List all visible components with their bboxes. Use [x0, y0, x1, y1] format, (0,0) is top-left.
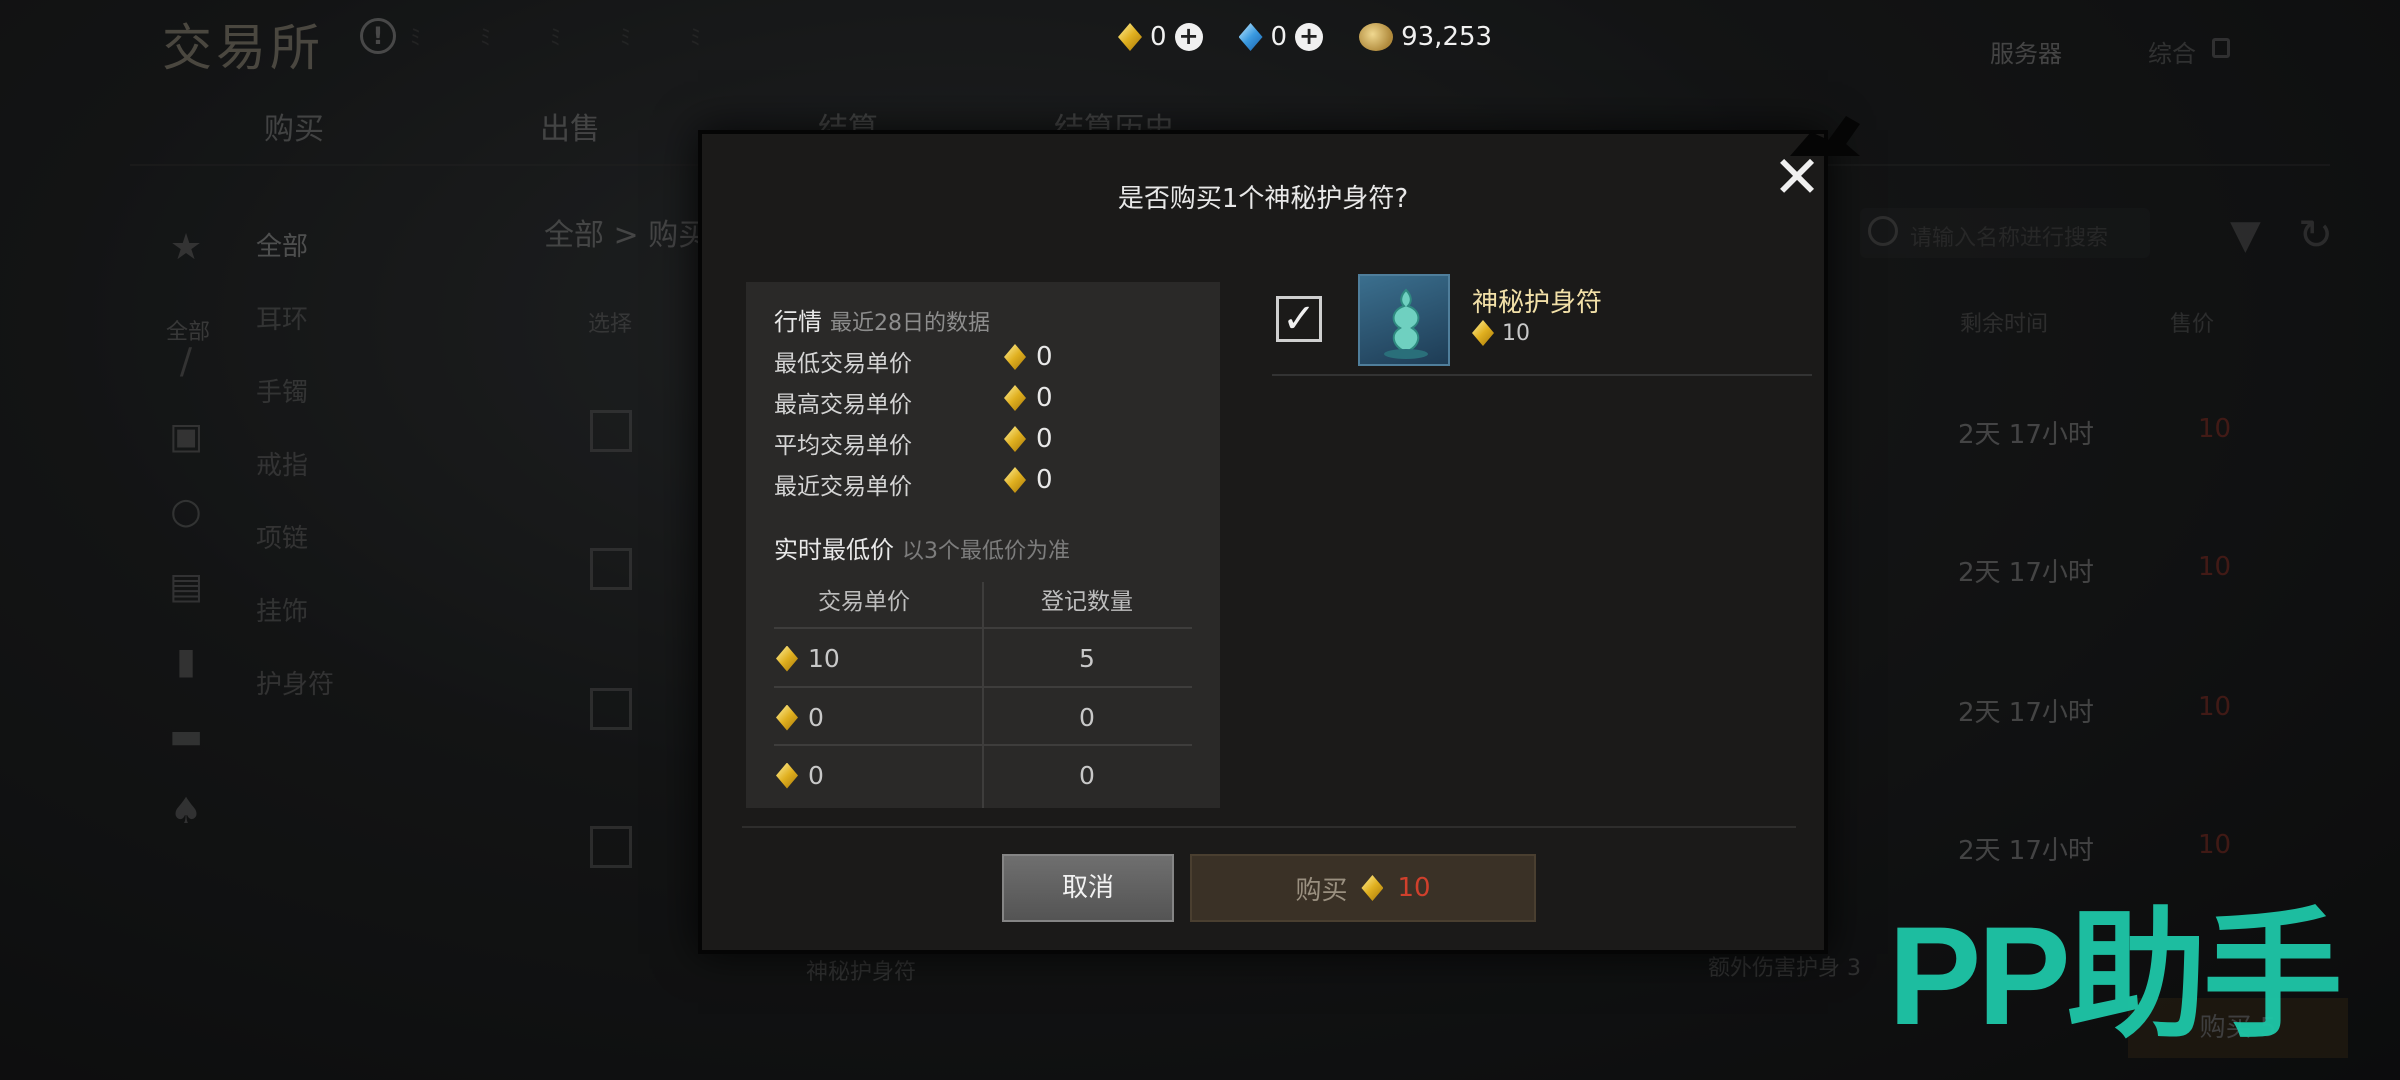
gold-diamond-currency: 0 + — [1118, 22, 1203, 52]
gold-diamond-icon — [776, 704, 798, 731]
live-lowest-heading: 实时最低价 以3个最低价为准 — [774, 530, 1070, 565]
gold-diamond-icon — [1004, 426, 1026, 452]
item-checkbox[interactable]: ✓ — [1276, 296, 1322, 342]
table-row-divider — [774, 744, 1192, 746]
live-row-price: 0 — [776, 761, 824, 790]
close-icon[interactable]: ✕ — [1766, 146, 1828, 208]
gold-diamond-icon — [1004, 467, 1026, 493]
max-price-label: 最高交易单价 — [774, 392, 912, 418]
live-row-qty: 0 — [1079, 703, 1095, 732]
gold-diamond-icon — [1472, 320, 1494, 346]
live-subheading: 以3个最低价为准 — [902, 539, 1070, 564]
item-name: 神秘护身符 — [1472, 288, 1603, 318]
add-blue-diamond-button[interactable]: + — [1295, 23, 1324, 51]
gold-diamond-icon — [1361, 875, 1384, 901]
live-row-qty: 5 — [1079, 644, 1095, 673]
cancel-button[interactable]: 取消 — [1002, 854, 1174, 922]
add-gold-diamond-button[interactable]: + — [1174, 23, 1203, 51]
purchase-dialog: 是否购买1个神秘护身符? ✕ 行情 最近28日的数据 最低交易单价 0 最高交易单… — [698, 116, 1860, 954]
avg-price-label: 平均交易单价 — [774, 433, 912, 459]
avg-price-value: 0 — [1004, 424, 1053, 454]
live-heading-label: 实时最低价 — [774, 536, 894, 564]
market-heading-label: 行情 — [774, 308, 822, 336]
dialog-title: 是否购买1个神秘护身符? — [1117, 184, 1409, 214]
buy-button[interactable]: 购买 10 — [1190, 854, 1536, 922]
max-price-value: 0 — [1004, 383, 1053, 413]
market-heading: 行情 最近28日的数据 — [774, 302, 990, 337]
coin-icon — [1359, 23, 1394, 51]
gold-diamond-amount: 0 — [1150, 22, 1167, 52]
live-row-qty: 0 — [1079, 761, 1095, 790]
purchase-item-row: ✓ 神秘护身符 10 — [1272, 274, 1812, 376]
unit-price-column-header: 交易单价 — [818, 589, 910, 615]
footer-divider — [742, 826, 1796, 828]
currency-bar: 0 + 0 + 93,253 — [1118, 22, 1518, 52]
live-row-price: 10 — [776, 644, 840, 673]
min-price-value: 0 — [1004, 342, 1053, 372]
table-row-divider — [774, 686, 1192, 688]
gold-diamond-icon — [1004, 385, 1026, 411]
min-price-label: 最低交易单价 — [774, 351, 912, 377]
coin-amount: 93,253 — [1401, 22, 1493, 52]
gold-diamond-icon — [1118, 23, 1142, 51]
gold-diamond-icon — [776, 762, 798, 789]
blue-diamond-icon — [1238, 23, 1263, 51]
gold-diamond-icon — [776, 645, 798, 672]
gold-diamond-icon — [1004, 344, 1026, 370]
live-row-price: 0 — [776, 703, 824, 732]
table-row-divider — [774, 627, 1192, 629]
quantity-column-header: 登记数量 — [1041, 589, 1133, 615]
market-subheading: 最近28日的数据 — [830, 311, 990, 336]
blue-diamond-amount: 0 — [1270, 22, 1288, 52]
amulet-item-icon[interactable] — [1358, 274, 1450, 366]
item-price: 10 — [1472, 320, 1530, 346]
coin-currency: 93,253 — [1359, 22, 1492, 52]
market-info-panel: 行情 最近28日的数据 最低交易单价 0 最高交易单价 0 平均交易单价 0 最近… — [746, 282, 1220, 808]
buy-button-price: 10 — [1397, 873, 1431, 903]
blue-diamond-currency: 0 + — [1238, 22, 1324, 52]
pp-assistant-watermark: PP助手 — [1888, 897, 2343, 1054]
buy-button-label: 购买 — [1295, 875, 1348, 906]
recent-price-value: 0 — [1004, 465, 1053, 495]
recent-price-label: 最近交易单价 — [774, 474, 912, 500]
